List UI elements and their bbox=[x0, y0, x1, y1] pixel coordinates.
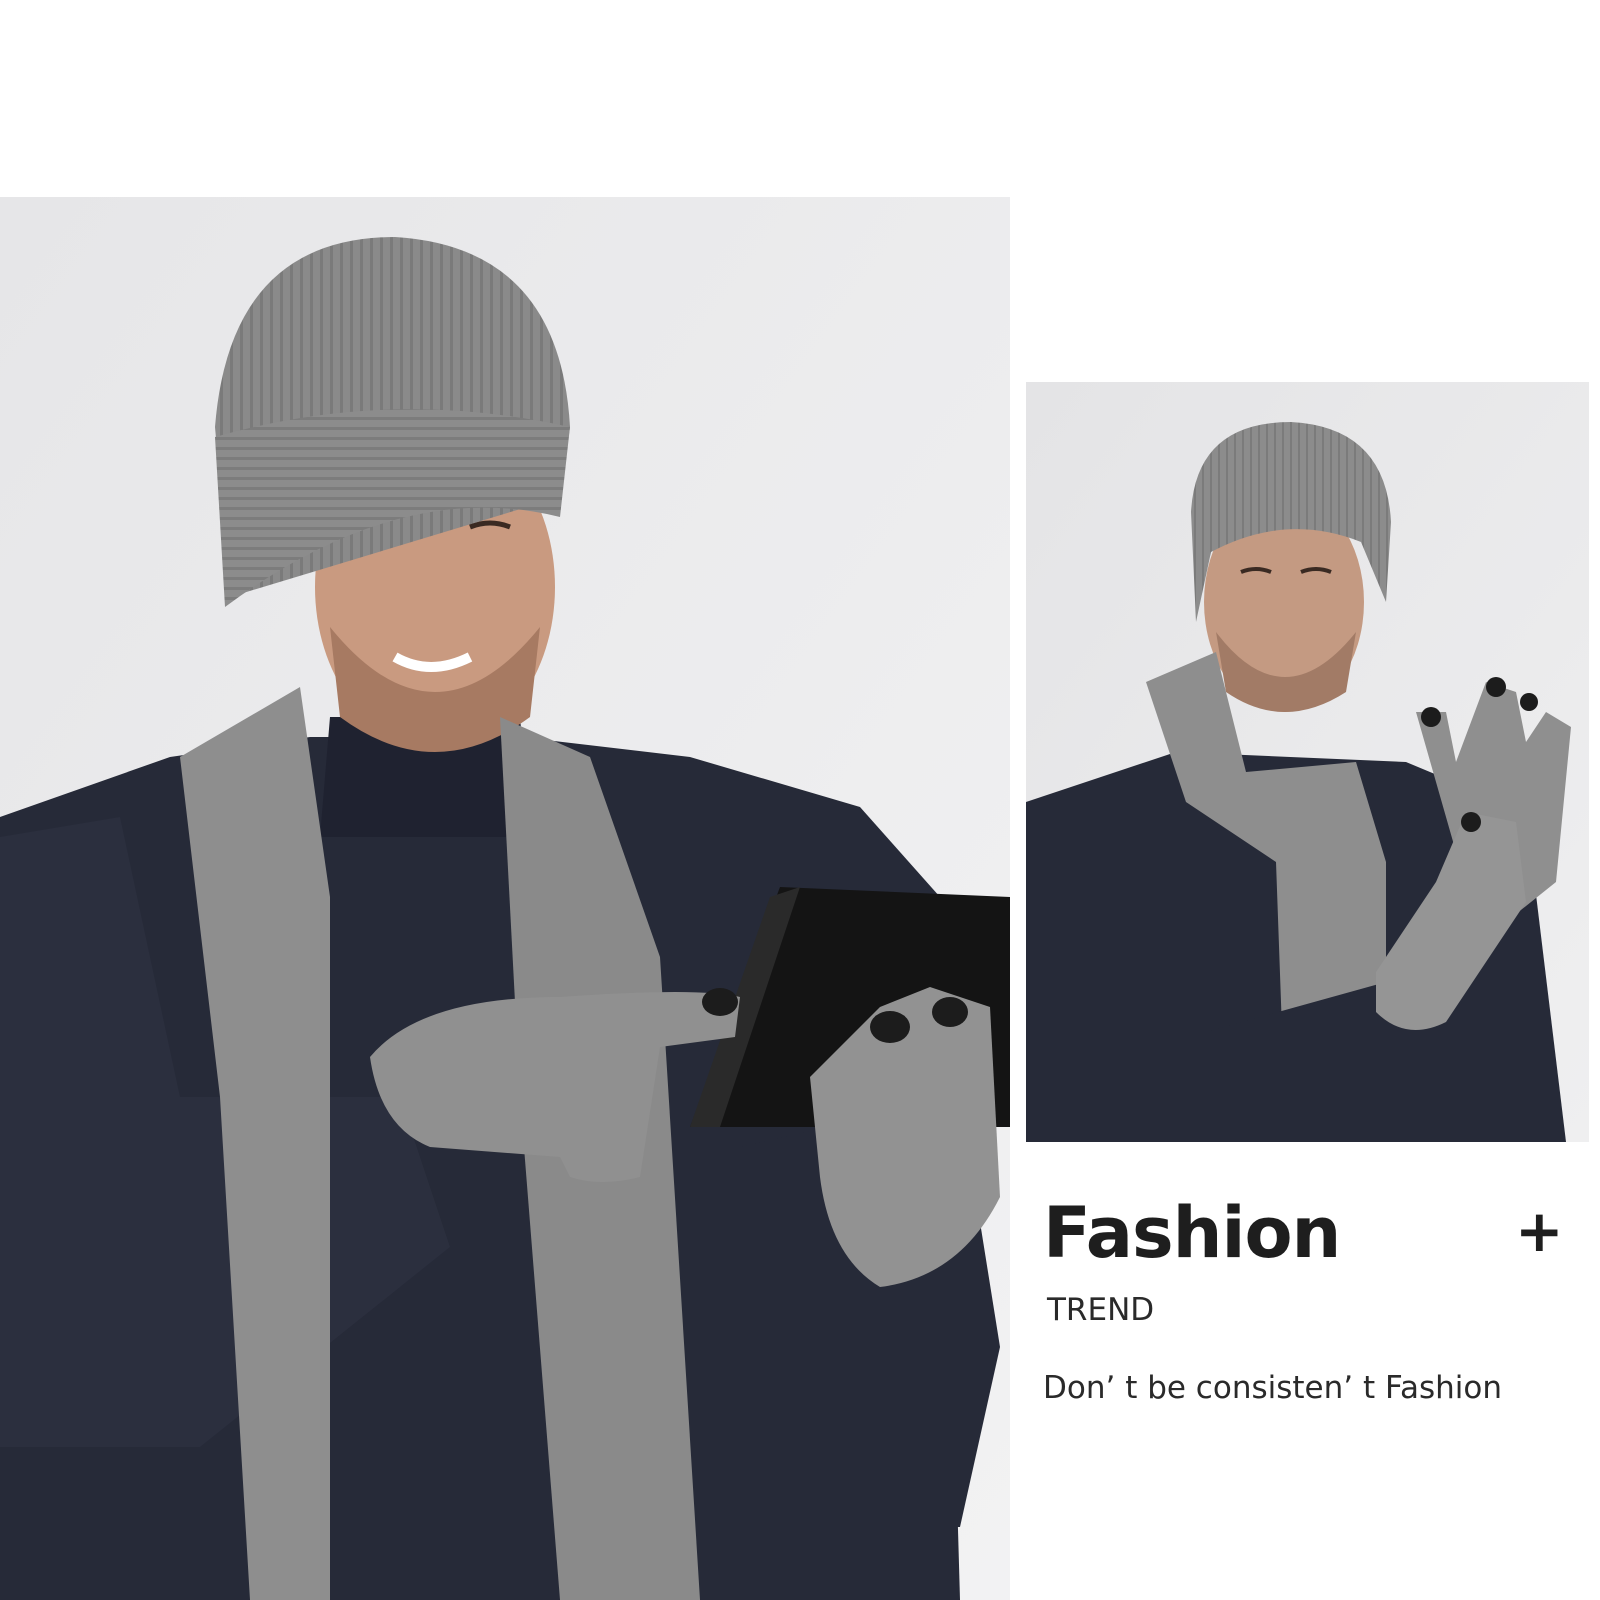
plus-icon: + bbox=[1515, 1197, 1564, 1265]
main-product-photo bbox=[0, 197, 1010, 1600]
main-photo-illustration bbox=[0, 197, 1010, 1600]
side-photo-illustration bbox=[1026, 382, 1589, 1142]
secondary-product-photo bbox=[1026, 382, 1589, 1142]
subhead-trend: TREND bbox=[1047, 1292, 1155, 1328]
headline-fashion: Fashion bbox=[1043, 1192, 1341, 1274]
tagline: Don’ t be consisten’ t Fashion bbox=[1043, 1370, 1502, 1406]
